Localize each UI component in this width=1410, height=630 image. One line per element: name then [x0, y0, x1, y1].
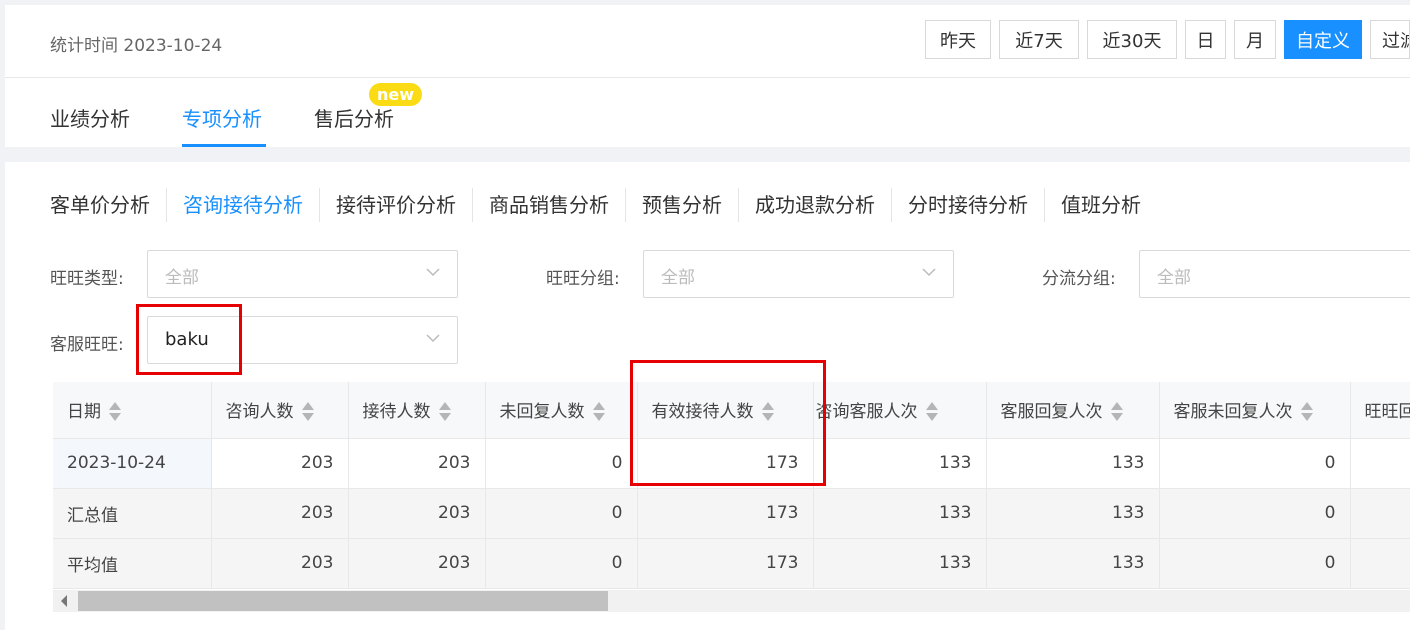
- scrollbar-thumb[interactable]: [78, 591, 608, 611]
- table-cell: 133: [813, 438, 987, 489]
- range-day-button[interactable]: 日: [1185, 20, 1226, 59]
- wangwang-group-value: 全部: [661, 268, 695, 288]
- sub-tab-product-sales[interactable]: 商品销售分析: [473, 188, 626, 222]
- column-header-label: 咨询人数: [225, 401, 294, 422]
- column-header-date[interactable]: 日期: [53, 382, 212, 439]
- horizontal-scrollbar[interactable]: [53, 590, 1410, 612]
- sub-tab-unit-price[interactable]: 客单价分析: [50, 188, 167, 222]
- date-range-group: 昨天 近7天 近30天 日 月 自定义 过滤: [925, 20, 1410, 59]
- column-header-label: 客服未回复人次: [1173, 401, 1293, 422]
- highlight-box-service: [136, 304, 242, 375]
- wangwang-type-label: 旺旺类型:: [50, 269, 124, 289]
- diversion-group-select[interactable]: 全部: [1139, 250, 1410, 298]
- wangwang-group-label: 旺旺分组:: [546, 269, 620, 289]
- filter-button[interactable]: 过滤: [1370, 20, 1410, 59]
- sub-tab-reception-rating[interactable]: 接待评价分析: [320, 188, 473, 222]
- table-cell: [1350, 438, 1410, 489]
- table-cell: 203: [348, 488, 486, 539]
- sort-icon[interactable]: [109, 401, 121, 423]
- chevron-down-icon: [922, 268, 936, 277]
- table-cell: 203: [211, 538, 349, 589]
- table-cell: 203: [211, 488, 349, 539]
- column-header-label: 咨询客服人次: [815, 401, 918, 422]
- table-cell: 0: [1159, 438, 1351, 489]
- table-cell: 203: [211, 438, 349, 489]
- table-cell: 0: [485, 488, 638, 539]
- table-cell: 203: [348, 438, 486, 489]
- header-divider: [5, 77, 1410, 78]
- table-cell: 133: [986, 538, 1160, 589]
- column-header-label: 未回复人数: [499, 401, 585, 422]
- range-custom-button[interactable]: 自定义: [1284, 20, 1362, 59]
- column-header-consult-count[interactable]: 咨询人数: [211, 382, 349, 439]
- scroll-left-icon[interactable]: [61, 595, 67, 607]
- table-cell: [1350, 538, 1410, 589]
- sub-tab-presale[interactable]: 预售分析: [626, 188, 739, 222]
- wangwang-type-select[interactable]: 全部: [147, 250, 458, 298]
- table-cell: 133: [813, 488, 987, 539]
- tab-performance-analysis[interactable]: 业绩分析: [50, 103, 130, 132]
- highlight-box-effective-reception: [630, 360, 826, 486]
- table-cell: 0: [1159, 538, 1351, 589]
- table-cell: 0: [485, 438, 638, 489]
- column-header-service-unreplied-times[interactable]: 客服未回复人次: [1159, 382, 1351, 439]
- column-header-label: 接待人数: [362, 401, 431, 422]
- table-cell: 133: [986, 438, 1160, 489]
- sub-tab-hourly-reception[interactable]: 分时接待分析: [892, 188, 1045, 222]
- tab-aftersale-analysis[interactable]: 售后分析: [314, 103, 394, 132]
- sort-icon[interactable]: [301, 401, 314, 423]
- column-header-label: 旺旺回: [1364, 402, 1410, 423]
- sub-tab-refund[interactable]: 成功退款分析: [739, 188, 892, 222]
- column-header-unreplied-count[interactable]: 未回复人数: [485, 382, 638, 439]
- column-header-service-reply-times[interactable]: 客服回复人次: [986, 382, 1160, 439]
- table-cell: 203: [348, 538, 486, 589]
- range-yesterday-button[interactable]: 昨天: [925, 20, 991, 59]
- table-cell: 平均值: [53, 538, 212, 589]
- table-row: 汇总值 203 203 0 173 133 133 0: [53, 488, 1410, 539]
- sub-tab-duty[interactable]: 值班分析: [1045, 188, 1157, 222]
- table-cell: 2023-10-24: [53, 438, 212, 489]
- wangwang-type-value: 全部: [165, 268, 199, 288]
- table-cell: 133: [986, 488, 1160, 539]
- diversion-group-value: 全部: [1157, 268, 1191, 288]
- table-cell: 0: [1159, 488, 1351, 539]
- new-badge: new: [369, 83, 423, 106]
- column-header-label: 客服回复人次: [1000, 401, 1103, 422]
- active-tab-indicator: [182, 144, 266, 147]
- stat-time: 统计时间 2023-10-24: [50, 36, 223, 56]
- diversion-group-label: 分流分组:: [1042, 269, 1116, 289]
- wangwang-group-select[interactable]: 全部: [643, 250, 954, 298]
- table-cell: 173: [637, 538, 814, 589]
- column-header-reception-count[interactable]: 接待人数: [348, 382, 486, 439]
- table-cell: 汇总值: [53, 488, 212, 539]
- sort-icon[interactable]: [1300, 401, 1313, 423]
- sort-icon[interactable]: [592, 401, 605, 423]
- table-cell: 173: [637, 488, 814, 539]
- table-cell: 0: [485, 538, 638, 589]
- range-month-button[interactable]: 月: [1234, 20, 1276, 59]
- tab-special-analysis[interactable]: 专项分析: [182, 103, 262, 132]
- column-header-consult-service-times[interactable]: 咨询客服人次: [813, 382, 987, 439]
- sort-icon[interactable]: [1110, 401, 1123, 423]
- range-30days-button[interactable]: 近30天: [1087, 20, 1177, 59]
- top-card: 统计时间 2023-10-24 昨天 近7天 近30天 日 月 自定义 过滤 业…: [5, 5, 1410, 147]
- table-cell: 133: [813, 538, 987, 589]
- chevron-down-icon: [426, 268, 440, 277]
- sub-tabs: 客单价分析 咨询接待分析 接待评价分析 商品销售分析 预售分析 成功退款分析 分…: [50, 188, 1157, 222]
- main-card: 客单价分析 咨询接待分析 接待评价分析 商品销售分析 预售分析 成功退款分析 分…: [5, 162, 1410, 630]
- sort-icon[interactable]: [925, 401, 938, 423]
- table-cell: [1350, 488, 1410, 539]
- column-header-wangwang-reply[interactable]: 旺旺回: [1350, 382, 1410, 439]
- sub-tab-consult-reception[interactable]: 咨询接待分析: [167, 188, 320, 222]
- chevron-down-icon: [426, 334, 440, 343]
- range-7days-button[interactable]: 近7天: [999, 20, 1079, 59]
- table-row: 平均值 203 203 0 173 133 133 0: [53, 538, 1410, 589]
- service-wangwang-label: 客服旺旺:: [50, 335, 124, 355]
- column-header-label: 日期: [67, 401, 101, 422]
- sort-icon[interactable]: [438, 401, 451, 423]
